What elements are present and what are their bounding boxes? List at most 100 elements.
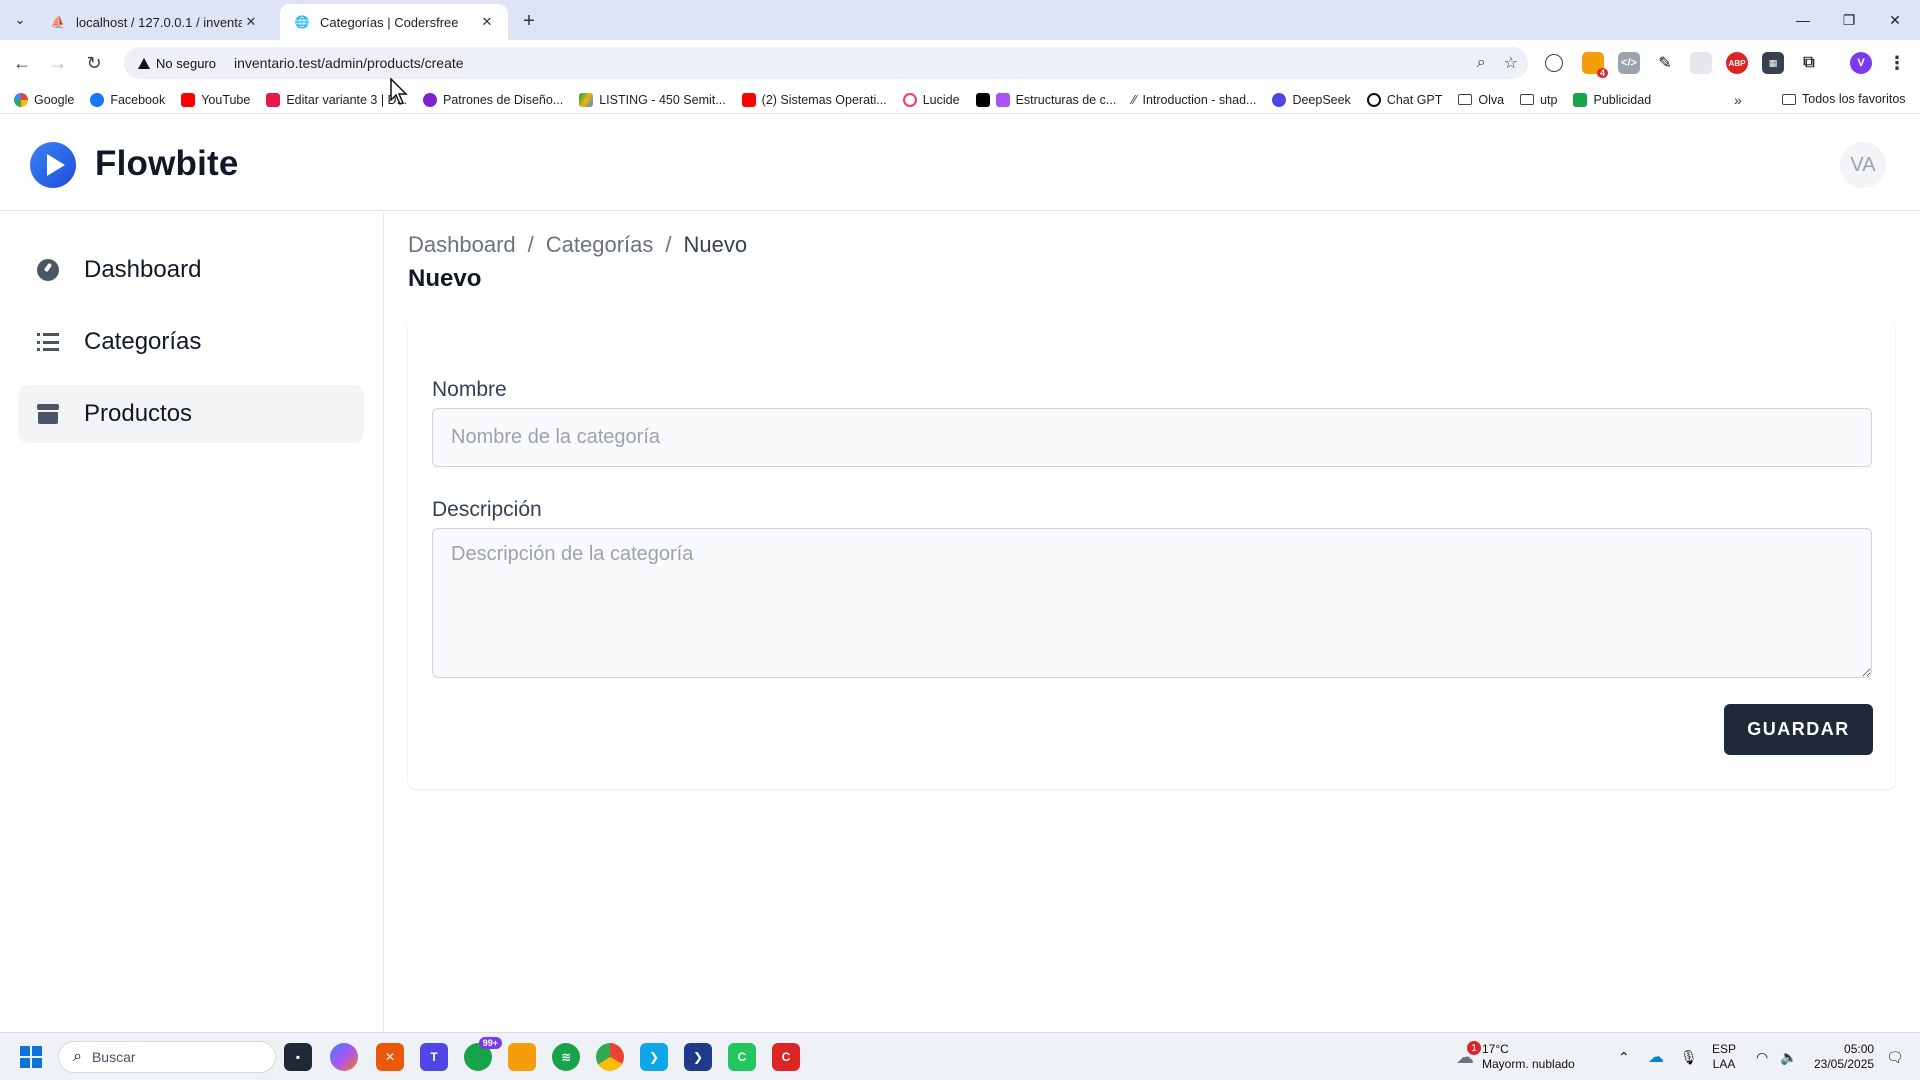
main-content: Dashboard / Categorías / Nuevo Nuevo Nom… — [385, 212, 1920, 1032]
bookmark-google[interactable]: Google — [14, 92, 74, 107]
bookmark-lucide[interactable]: Lucide — [902, 92, 960, 107]
bookmark-label: Patrones de Diseño... — [443, 92, 564, 107]
description-label: Descripción — [432, 498, 542, 521]
save-button[interactable]: GUARDAR — [1724, 704, 1873, 755]
file-explorer-icon[interactable] — [508, 1043, 536, 1071]
clock-time: 05:00 — [1844, 1042, 1875, 1056]
zoom-icon[interactable]: ⌕ — [1477, 54, 1486, 72]
facebook-icon — [90, 92, 105, 107]
bookmark-label: Estructuras de c... — [1015, 92, 1117, 107]
eyedropper-icon[interactable]: ✎ — [1654, 52, 1676, 74]
notification-icon[interactable]: 🗨 — [1886, 1033, 1904, 1080]
bookmark-olva[interactable]: Olva — [1458, 93, 1504, 107]
breadcrumb-dashboard[interactable]: Dashboard — [408, 232, 516, 258]
brand-name[interactable]: Flowbite — [95, 144, 239, 184]
form-card: Nombre Descripción GUARDAR — [408, 319, 1895, 789]
url-text[interactable]: inventario.test/admin/products/create — [234, 55, 464, 71]
sheets-icon — [1573, 92, 1588, 107]
onedrive-icon[interactable]: ☁ — [1648, 1033, 1664, 1080]
security-chip[interactable]: No seguro — [132, 51, 226, 75]
tray-chevron-icon[interactable]: ⌃ — [1618, 1033, 1630, 1080]
weather-badge: 1 — [1467, 1041, 1481, 1055]
bookmark-youtube[interactable]: YouTube — [181, 92, 250, 107]
forward-button[interactable]: → — [44, 49, 72, 77]
breadcrumb-categorias[interactable]: Categorías — [546, 232, 654, 258]
close-icon[interactable]: ✕ — [242, 13, 260, 31]
dashboard-icon — [36, 258, 60, 282]
extensions-icon[interactable]: ⧉ — [1798, 52, 1820, 74]
language-indicator[interactable]: ESP LAA — [1712, 1033, 1736, 1080]
task-view-icon[interactable]: ▪ — [284, 1043, 312, 1071]
globe-icon: 🌐 — [294, 15, 310, 29]
whatsapp-icon[interactable]: 99+ — [464, 1037, 502, 1071]
tab-title: Categorías | Codersfree — [320, 14, 459, 30]
name-input[interactable] — [432, 408, 1872, 467]
browser-toolbar: ← → ↻ No seguro inventario.test/admin/pr… — [0, 40, 1920, 86]
tab-categorias[interactable]: 🌐 Categorías | Codersfree ✕ — [280, 4, 508, 40]
box-icon — [36, 402, 60, 426]
qr-code-icon[interactable]: ▦ — [1762, 52, 1784, 74]
bookmark-editar-variante[interactable]: Editar variante 3 | D... — [266, 92, 407, 107]
new-tab-button[interactable]: + — [516, 8, 542, 34]
more-bookmarks-icon[interactable]: » — [1734, 92, 1742, 108]
bookmark-listing[interactable]: LISTING - 450 Semit... — [579, 92, 726, 107]
address-bar[interactable]: No seguro inventario.test/admin/products… — [124, 47, 1528, 79]
bookmark-sistemas[interactable]: (2) Sistemas Operati... — [741, 92, 887, 107]
all-bookmarks[interactable]: Todos los favoritos — [1782, 92, 1906, 106]
menu-icon[interactable]: ⋮ — [1886, 52, 1908, 74]
bookmark-chatgpt[interactable]: Chat GPT — [1366, 92, 1442, 107]
close-window-button[interactable]: ✕ — [1872, 0, 1918, 40]
user-avatar[interactable]: VA — [1840, 142, 1886, 188]
teams-icon[interactable]: T — [420, 1043, 448, 1071]
vscode-insiders-icon[interactable]: ❯ — [684, 1043, 712, 1071]
dev-icon — [975, 92, 990, 107]
bookmark-label: Publicidad — [1593, 92, 1652, 107]
clock-date: 23/05/2025 — [1814, 1057, 1875, 1071]
weather-temp: 17°C — [1482, 1042, 1509, 1056]
bookmark-star-icon[interactable]: ☆ — [1504, 53, 1518, 73]
xampp-icon[interactable]: ✕ — [376, 1043, 404, 1071]
volume-icon[interactable]: 🔈 — [1780, 1033, 1797, 1080]
restore-button[interactable]: ❐ — [1826, 0, 1872, 40]
sidebar-item-categorias[interactable]: Categorías — [18, 313, 364, 371]
copilot-icon[interactable] — [330, 1043, 358, 1071]
sidebar-item-productos[interactable]: Productos — [18, 385, 364, 443]
reload-button[interactable]: ↻ — [80, 49, 108, 77]
adblock-icon[interactable]: ABP — [1726, 52, 1748, 74]
extension-icon[interactable] — [1545, 54, 1563, 72]
extension-badge-icon[interactable]: 4 — [1582, 52, 1608, 78]
profile-avatar-icon[interactable]: V — [1850, 52, 1872, 74]
recorder-icon[interactable]: C — [772, 1043, 800, 1071]
bookmark-shadcn[interactable]: ⁄⁄ Introduction - shad... — [1132, 93, 1256, 107]
spotify-icon[interactable]: ≋ — [552, 1043, 580, 1071]
chrome-icon[interactable] — [596, 1043, 624, 1071]
wifi-icon[interactable]: ◠ — [1756, 1033, 1768, 1080]
minimize-button[interactable]: — — [1780, 0, 1826, 40]
bookmark-deepseek[interactable]: DeepSeek — [1272, 92, 1351, 107]
back-button[interactable]: ← — [8, 49, 36, 77]
microphone-icon[interactable]: 🎙 — [1680, 1033, 1698, 1080]
windows-start-icon[interactable] — [20, 1046, 42, 1068]
bookmark-utp[interactable]: utp — [1520, 93, 1557, 107]
shadcn-icon: ⁄⁄ — [1132, 92, 1137, 107]
flowbite-logo-icon[interactable] — [30, 142, 76, 188]
sidebar-item-dashboard[interactable]: Dashboard — [18, 241, 364, 299]
camtasia-icon[interactable]: C — [728, 1043, 756, 1071]
close-icon[interactable]: ✕ — [478, 13, 496, 31]
tab-phpmyadmin[interactable]: ⛵ localhost / 127.0.0.1 / inventario ✕ — [36, 4, 272, 40]
extension-badge: 4 — [1596, 68, 1608, 78]
bookmark-patrones[interactable]: Patrones de Diseño... — [423, 92, 564, 107]
puzzle-extension-icon[interactable] — [1690, 52, 1712, 74]
bookmark-facebook[interactable]: Facebook — [90, 92, 165, 107]
bookmark-estructuras[interactable]: Estructuras de c... — [975, 92, 1117, 107]
bookmark-publicidad[interactable]: Publicidad — [1573, 92, 1652, 107]
taskbar-search[interactable]: ⌕ Buscar — [58, 1041, 276, 1073]
vscode-icon[interactable]: ❯ — [640, 1043, 668, 1071]
clock[interactable]: 05:00 23/05/2025 — [1814, 1033, 1874, 1080]
tab-search-dropdown[interactable]: ⌄ — [8, 8, 32, 32]
description-textarea[interactable] — [432, 528, 1872, 678]
page-title: Nuevo — [408, 265, 482, 292]
bookmark-label: DeepSeek — [1292, 92, 1351, 107]
store-icon — [266, 92, 281, 107]
code-extension-icon[interactable]: </> — [1618, 52, 1640, 74]
